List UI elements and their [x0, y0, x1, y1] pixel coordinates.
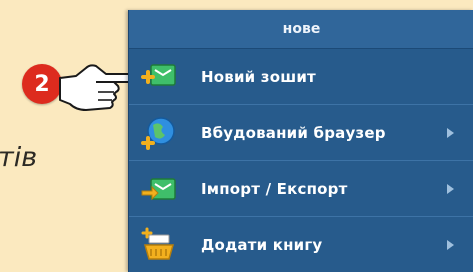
add-book-basket-icon [141, 227, 174, 260]
import-export-icon [141, 177, 176, 200]
submenu-arrow-icon [447, 183, 454, 194]
menu-item-import-export[interactable]: Імпорт / Експорт [129, 161, 473, 216]
menu-header: нове [129, 10, 473, 49]
menu-item-label: Новий зошит [201, 67, 316, 86]
submenu-arrow-icon [447, 239, 454, 250]
new-menu: нове Новий зошит Вбудований браузер Імпо… [128, 10, 473, 272]
step-marker: 2 [22, 54, 142, 114]
menu-item-label: Додати книгу [201, 235, 323, 254]
menu-item-label: Вбудований браузер [201, 123, 386, 142]
menu-item-add-book[interactable]: Додати книгу [129, 217, 473, 272]
submenu-arrow-icon [447, 127, 454, 138]
globe-add-icon [141, 116, 175, 150]
menu-item-new-notebook[interactable]: Новий зошит [129, 49, 473, 104]
menu-item-built-in-browser[interactable]: Вбудований браузер [129, 105, 473, 160]
menu-item-label: Імпорт / Експорт [201, 179, 348, 198]
new-notebook-icon [141, 63, 176, 86]
background-text: тів [0, 142, 38, 173]
